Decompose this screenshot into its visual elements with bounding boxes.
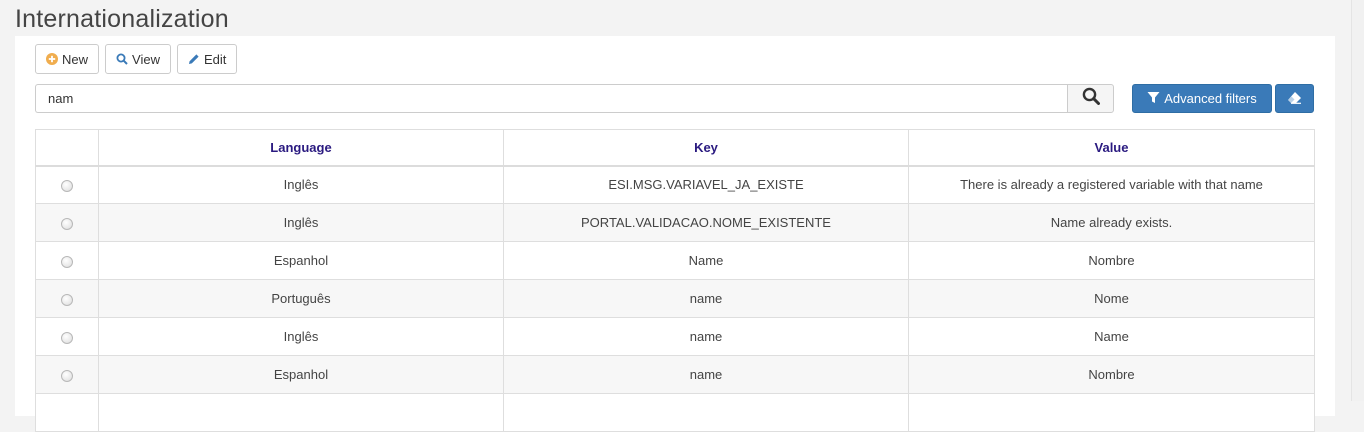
table-row[interactable]: Inglês name Name [35, 317, 1315, 356]
key-cell [503, 393, 909, 432]
column-header-language[interactable]: Language [98, 129, 504, 167]
table-row[interactable]: Português name Nome [35, 279, 1315, 318]
search-icon [1082, 87, 1100, 110]
value-cell: Nombre [908, 355, 1315, 394]
search-input[interactable] [35, 84, 1068, 113]
row-radio[interactable] [61, 293, 73, 306]
table-row[interactable]: Espanhol Name Nombre [35, 241, 1315, 280]
edit-button-label: Edit [203, 51, 227, 67]
key-cell: ESI.MSG.VARIAVEL_JA_EXISTE [503, 165, 909, 204]
value-cell: Nombre [908, 241, 1315, 280]
language-cell: Inglês [98, 203, 504, 242]
language-cell: Inglês [98, 165, 504, 204]
column-header-select [35, 129, 99, 167]
advanced-filters-label: Advanced filters [1164, 91, 1257, 106]
row-radio[interactable] [61, 331, 73, 344]
row-radio[interactable] [61, 179, 73, 192]
clear-filters-button[interactable] [1275, 84, 1314, 113]
toolbar: New View Edit [35, 44, 238, 74]
language-cell: Inglês [98, 317, 504, 356]
search-button[interactable] [1067, 84, 1114, 113]
row-radio[interactable] [61, 217, 73, 230]
key-cell: name [503, 355, 909, 394]
table-row[interactable]: Inglês PORTAL.VALIDACAO.NOME_EXISTENTE N… [35, 203, 1315, 242]
advanced-filters-button[interactable]: Advanced filters [1132, 84, 1272, 113]
edit-button[interactable]: Edit [176, 44, 238, 74]
key-cell: name [503, 279, 909, 318]
plus-circle-icon [46, 53, 58, 65]
row-select-cell [35, 317, 99, 356]
column-header-key[interactable]: Key [503, 129, 909, 167]
value-cell: Name already exists. [908, 203, 1315, 242]
main-panel: New View Edit nam Advanced filters Langu… [15, 36, 1335, 432]
row-select-cell [35, 165, 99, 204]
new-button-label: New [62, 51, 89, 67]
key-cell: name [503, 317, 909, 356]
value-cell: Name [908, 317, 1315, 356]
eraser-icon [1287, 91, 1302, 107]
language-cell [98, 393, 504, 432]
row-select-cell [35, 279, 99, 318]
column-header-value[interactable]: Value [908, 129, 1315, 167]
row-select-cell [35, 241, 99, 280]
table-row[interactable]: Inglês ESI.MSG.VARIAVEL_JA_EXISTE There … [35, 165, 1315, 204]
new-button[interactable]: New [35, 44, 100, 74]
key-cell: Name [503, 241, 909, 280]
table-row[interactable] [35, 393, 1315, 432]
view-button[interactable]: View [105, 44, 171, 74]
row-select-cell [35, 203, 99, 242]
row-radio[interactable] [61, 369, 73, 382]
filter-icon [1147, 91, 1160, 107]
view-button-label: View [132, 51, 160, 67]
table-row[interactable]: Espanhol name Nombre [35, 355, 1315, 394]
translations-table: Language Key Value Inglês ESI.MSG.VARIAV… [35, 129, 1315, 432]
value-cell [908, 393, 1315, 432]
page-title: Internationalization [15, 5, 229, 33]
value-cell: There is already a registered variable w… [908, 165, 1315, 204]
language-cell: Português [98, 279, 504, 318]
row-radio[interactable] [61, 255, 73, 268]
value-cell: Nome [908, 279, 1315, 318]
row-select-cell [35, 355, 99, 394]
page-scrollbar[interactable] [1351, 0, 1364, 401]
table-header-row: Language Key Value [35, 129, 1315, 167]
key-cell: PORTAL.VALIDACAO.NOME_EXISTENTE [503, 203, 909, 242]
row-select-cell [35, 393, 99, 432]
search-icon [116, 53, 128, 65]
pencil-icon [188, 53, 200, 65]
language-cell: Espanhol [98, 241, 504, 280]
language-cell: Espanhol [98, 355, 504, 394]
